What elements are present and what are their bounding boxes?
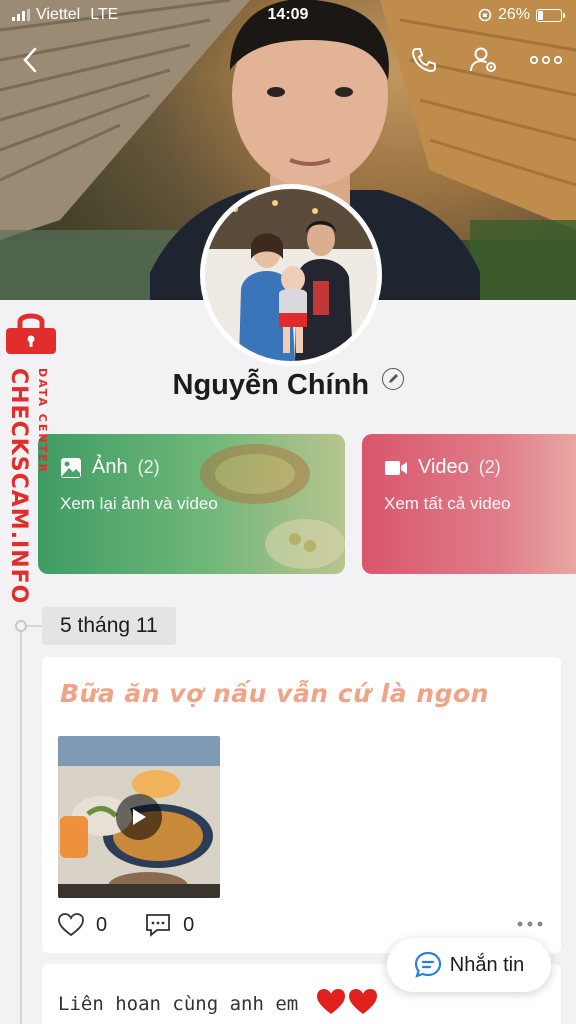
more-options-button[interactable] <box>526 40 566 80</box>
photos-card-count: (2) <box>137 457 160 477</box>
battery-icon <box>536 8 565 22</box>
status-bar: Viettel LTE 14:09 26% <box>0 0 576 32</box>
videos-card[interactable]: Video (2) Xem tất cả video <box>362 434 576 574</box>
like-count: 0 <box>96 913 108 936</box>
message-button[interactable]: Nhắn tin <box>387 938 551 992</box>
watermark: CHECKSCAM.INFO DATA CENTER <box>2 310 62 604</box>
profile-avatar[interactable] <box>200 184 382 366</box>
video-camera-icon <box>385 460 407 475</box>
watermark-subtext: DATA CENTER <box>36 368 49 475</box>
user-settings-icon <box>470 47 496 72</box>
call-button[interactable] <box>404 40 444 80</box>
play-button[interactable] <box>116 794 162 840</box>
post-actions: 0 0 <box>58 913 218 937</box>
profile-name: Nguyễn Chính <box>172 369 370 401</box>
message-button-label: Nhắn tin <box>449 953 525 976</box>
profile-settings-button[interactable] <box>464 40 504 80</box>
videos-card-label: Video <box>418 456 469 478</box>
phone-icon <box>411 48 436 73</box>
like-button[interactable]: 0 <box>58 913 107 937</box>
comment-icon <box>146 914 171 937</box>
orientation-lock-icon <box>478 8 492 22</box>
videos-card-count: (2) <box>478 457 501 477</box>
lock-icon <box>6 313 56 354</box>
photos-card[interactable]: Ảnh (2) Xem lại ảnh và video <box>38 434 345 574</box>
more-icon <box>530 55 562 65</box>
timeline-date: 5 tháng 11 <box>42 607 176 645</box>
post-text-content: Liên hoan cùng anh em <box>58 993 299 1015</box>
photos-card-subtitle: Xem lại ảnh và video <box>60 494 218 513</box>
back-button[interactable] <box>10 40 50 80</box>
top-navigation <box>0 40 576 80</box>
post-title: Bữa ăn vợ nấu vẫn cứ là ngon <box>60 679 489 708</box>
timeline-dot <box>15 620 27 632</box>
heart-icon <box>58 913 84 937</box>
chat-bubble-icon <box>414 951 441 978</box>
pencil-icon <box>388 374 398 383</box>
photos-card-label: Ảnh <box>92 456 128 478</box>
comment-button[interactable]: 0 <box>145 913 194 937</box>
post-more-button[interactable] <box>517 915 543 933</box>
post-text: Liên hoan cùng anh em <box>58 988 378 1016</box>
watermark-text: CHECKSCAM.INFO <box>6 368 31 605</box>
more-icon <box>517 921 543 927</box>
videos-card-subtitle: Xem tất cả video <box>384 494 511 513</box>
play-icon <box>133 809 146 825</box>
profile-name-row: Nguyễn Chính <box>0 368 576 402</box>
battery-percent: 26% <box>497 6 530 23</box>
heart-emoji-icon <box>316 989 377 1014</box>
edit-name-button[interactable] <box>381 368 404 390</box>
chevron-left-icon <box>23 47 37 73</box>
timeline-line <box>20 626 22 1024</box>
timeline-connector <box>26 625 42 627</box>
comment-count: 0 <box>183 913 195 936</box>
timeline-post: Bữa ăn vợ nấu vẫn cứ là ngon 0 0 <box>42 657 561 953</box>
avatar-photo <box>205 189 377 361</box>
image-icon <box>61 457 81 478</box>
post-video-thumbnail[interactable] <box>58 736 220 898</box>
